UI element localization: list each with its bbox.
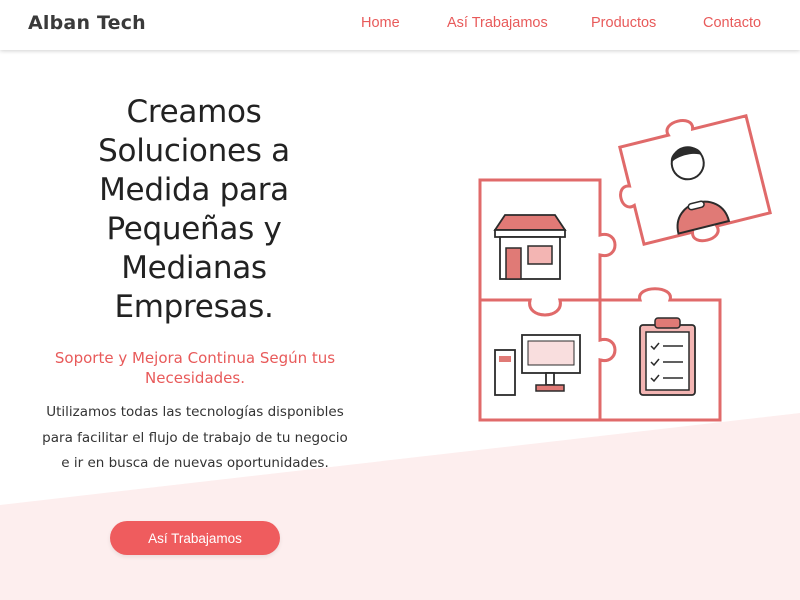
hero-description: Utilizamos todas las tecnologías disponi… [42,404,348,471]
store-icon [493,214,567,280]
hero-section: Creamos Soluciones a Medida para Pequeña… [0,50,800,600]
puzzle-piece-computer [478,298,617,422]
puzzle-piece-store [478,178,617,317]
clipboard-icon [639,317,696,396]
puzzle-piece-person [618,113,772,247]
nav-link-asi-trabajamos[interactable]: Así Trabajamos [447,15,548,31]
cta-button[interactable]: Así Trabajamos [110,521,280,555]
hero-subtitle: Soporte y Mejora Continua Según tus Nece… [54,349,336,387]
nav-link-home[interactable]: Home [361,15,400,31]
nav-link-productos[interactable]: Productos [591,15,656,31]
main-nav: Home Así Trabajamos Productos Contacto [0,15,800,35]
puzzle-piece-clipboard [598,287,722,422]
nav-link-contacto[interactable]: Contacto [703,15,761,31]
navbar: Alban Tech Home Así Trabajamos Productos… [0,0,800,50]
hero-title: Creamos Soluciones a Medida para Pequeña… [98,94,290,325]
puzzle-illustration [478,113,772,422]
